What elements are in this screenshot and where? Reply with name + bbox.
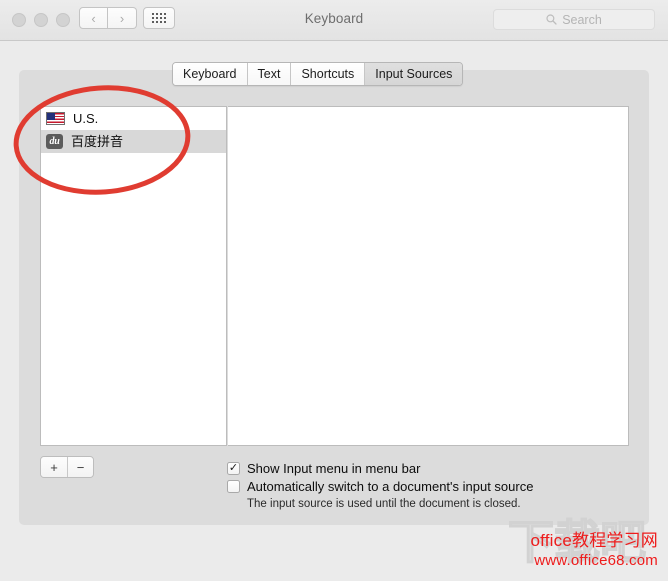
auto-switch-checkbox-row[interactable]: Automatically switch to a document's inp… [227, 479, 533, 494]
us-flag-icon [46, 112, 65, 125]
tab-input-sources[interactable]: Input Sources [365, 63, 463, 85]
search-icon [546, 14, 557, 25]
add-input-source-button[interactable]: + [41, 457, 67, 477]
list-item-baidu-pinyin[interactable]: du 百度拼音 [41, 130, 226, 153]
show-input-menu-checkbox-row[interactable]: ✓ Show Input menu in menu bar [227, 461, 420, 476]
list-item-us[interactable]: U.S. [41, 107, 226, 130]
show-input-menu-checkbox[interactable]: ✓ [227, 462, 240, 475]
window-titlebar: ‹ › Keyboard Search [0, 0, 668, 41]
add-remove-segmented-control: + − [40, 456, 94, 478]
search-input[interactable]: Search [493, 9, 655, 30]
tab-bar: Keyboard Text Shortcuts Input Sources [172, 62, 464, 86]
input-sources-list[interactable]: U.S. du 百度拼音 [40, 106, 227, 446]
list-item-label: U.S. [73, 111, 99, 126]
auto-switch-label: Automatically switch to a document's inp… [247, 479, 534, 494]
list-item-label: 百度拼音 [71, 134, 124, 149]
watermark: office教程学习网 www.office68.com [0, 530, 668, 570]
watermark-line-1: office教程学习网 [530, 531, 658, 550]
baidu-du-icon: du [46, 134, 63, 149]
remove-input-source-button[interactable]: − [67, 457, 93, 477]
auto-switch-checkbox[interactable] [227, 480, 240, 493]
tab-text[interactable]: Text [247, 63, 292, 85]
search-placeholder: Search [562, 12, 602, 27]
watermark-line-2: www.office68.com [534, 552, 658, 569]
tab-shortcuts[interactable]: Shortcuts [291, 63, 366, 85]
show-input-menu-label: Show Input menu in menu bar [247, 461, 421, 476]
input-source-detail-panel [228, 106, 629, 446]
helper-text: The input source is used until the docum… [247, 498, 521, 510]
tab-keyboard[interactable]: Keyboard [173, 63, 248, 85]
